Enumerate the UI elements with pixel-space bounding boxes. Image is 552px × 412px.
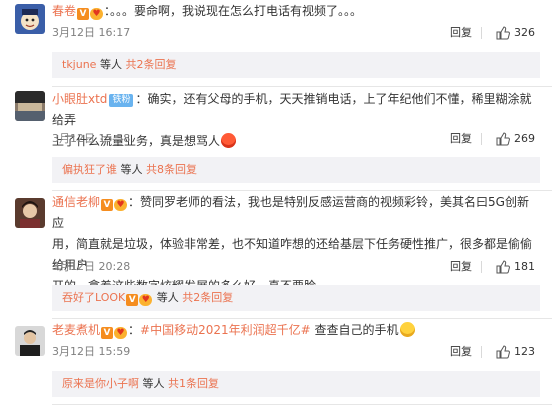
heart-icon: ♥ — [114, 327, 128, 339]
v-icon: V — [101, 199, 114, 211]
like-button[interactable]: 269 — [496, 130, 540, 148]
like-count: 326 — [514, 26, 535, 39]
comment-username[interactable]: 小眼肚xtd — [52, 92, 107, 106]
heart-icon: ♥ — [90, 8, 104, 20]
thread-count[interactable]: 共2条回复 — [125, 58, 176, 71]
reply-button[interactable]: 回复 — [450, 24, 472, 42]
thread-count[interactable]: 共1条回复 — [168, 377, 219, 390]
comment-username[interactable]: 通信老柳 — [52, 195, 100, 209]
v-icon: V — [101, 327, 114, 339]
like-count: 181 — [514, 260, 535, 273]
thread-mid: 等人 — [99, 58, 122, 71]
v-icon: V — [126, 294, 139, 306]
v-icon: V — [77, 8, 90, 20]
comment-text: 老麦煮机 V ♥ ：#中国移动2021年利润超千亿# 查查自己的手机 — [52, 320, 540, 341]
meta-divider — [481, 27, 482, 39]
comment-colon: ： — [128, 323, 141, 337]
comment-body: ：。。。要命啊，我说现在怎么打电话有视频了。。。 — [104, 4, 363, 18]
avatar[interactable] — [15, 198, 45, 228]
topic-link[interactable]: #中国移动2021年利润超千亿# — [140, 323, 311, 337]
thread-mid: 等人 — [142, 377, 165, 390]
reply-button[interactable]: 回复 — [450, 343, 472, 361]
thread-user[interactable]: 吞好了LOOK — [62, 291, 125, 304]
thumbs-up-icon — [496, 260, 510, 274]
thread-user[interactable]: 偏执狂了谁 — [62, 163, 117, 176]
thread-user[interactable]: 原来是你小子啊 — [62, 377, 139, 390]
thread-count[interactable]: 共8条回复 — [146, 163, 197, 176]
like-button[interactable]: 326 — [496, 24, 540, 42]
comment-text: 通信老柳 V ♥ ：赞同罗老师的看法，我也是特别反感运营商的视频彩铃，美其名曰5G创新… — [52, 192, 540, 297]
thread-mid: 等人 — [156, 291, 179, 304]
reply-thread[interactable]: tkjune 等人 共2条回复 — [52, 52, 540, 78]
meta-divider — [481, 133, 482, 145]
comment-divider — [52, 190, 552, 191]
comment-divider — [52, 86, 552, 87]
reply-thread[interactable]: 偏执狂了谁 等人 共8条回复 — [52, 157, 540, 183]
comment-text: 春卷 V ♥ ：。。。要命啊，我说现在怎么打电话有视频了。。。 — [52, 1, 540, 22]
meta-divider — [481, 261, 482, 273]
like-count: 123 — [514, 345, 535, 358]
comment-divider — [52, 318, 552, 319]
thumbs-up-icon — [496, 132, 510, 146]
comment-body: 查查自己的手机 — [310, 323, 399, 337]
comment-meta: 3月12日 20:28 回复 181 — [52, 258, 540, 276]
reply-thread[interactable]: 原来是你小子啊 等人 共1条回复 — [52, 371, 540, 397]
fan-badge: 铁粉 — [109, 94, 134, 107]
thumbs-up-icon — [496, 345, 510, 359]
comment-username[interactable]: 春卷 — [52, 4, 76, 18]
comment-date: 3月12日 15:59 — [52, 345, 131, 358]
like-button[interactable]: 123 — [496, 343, 540, 361]
reply-button[interactable]: 回复 — [450, 130, 472, 148]
avatar[interactable] — [15, 91, 45, 121]
like-button[interactable]: 181 — [496, 258, 540, 276]
thread-user[interactable]: tkjune — [62, 58, 96, 71]
reply-thread[interactable]: 吞好了LOOK V ♥ 等人 共2条回复 — [52, 285, 540, 311]
thread-mid: 等人 — [120, 163, 143, 176]
comment-meta: 3月12日 15:59 回复 123 — [52, 343, 540, 361]
avatar[interactable] — [15, 326, 45, 356]
smile-emoji-icon — [399, 322, 415, 337]
meta-divider — [481, 346, 482, 358]
heart-icon: ♥ — [139, 294, 153, 306]
comment-date: 3月12日 20:28 — [52, 260, 131, 273]
thread-count[interactable]: 共2条回复 — [182, 291, 233, 304]
comment-username[interactable]: 老麦煮机 — [52, 323, 100, 337]
reply-button[interactable]: 回复 — [450, 258, 472, 276]
avatar[interactable] — [15, 4, 45, 34]
heart-icon: ♥ — [114, 199, 128, 211]
comment-divider — [52, 404, 552, 405]
comment-date: 3月12日 16:17 — [52, 26, 131, 39]
comment-date: 3月12日 15:58 — [52, 132, 131, 145]
thumbs-up-icon — [496, 26, 510, 40]
like-count: 269 — [514, 132, 535, 145]
comment-meta: 3月12日 16:17 回复 326 — [52, 24, 540, 42]
comment-meta: 3月12日 15:58 回复 269 — [52, 130, 540, 148]
